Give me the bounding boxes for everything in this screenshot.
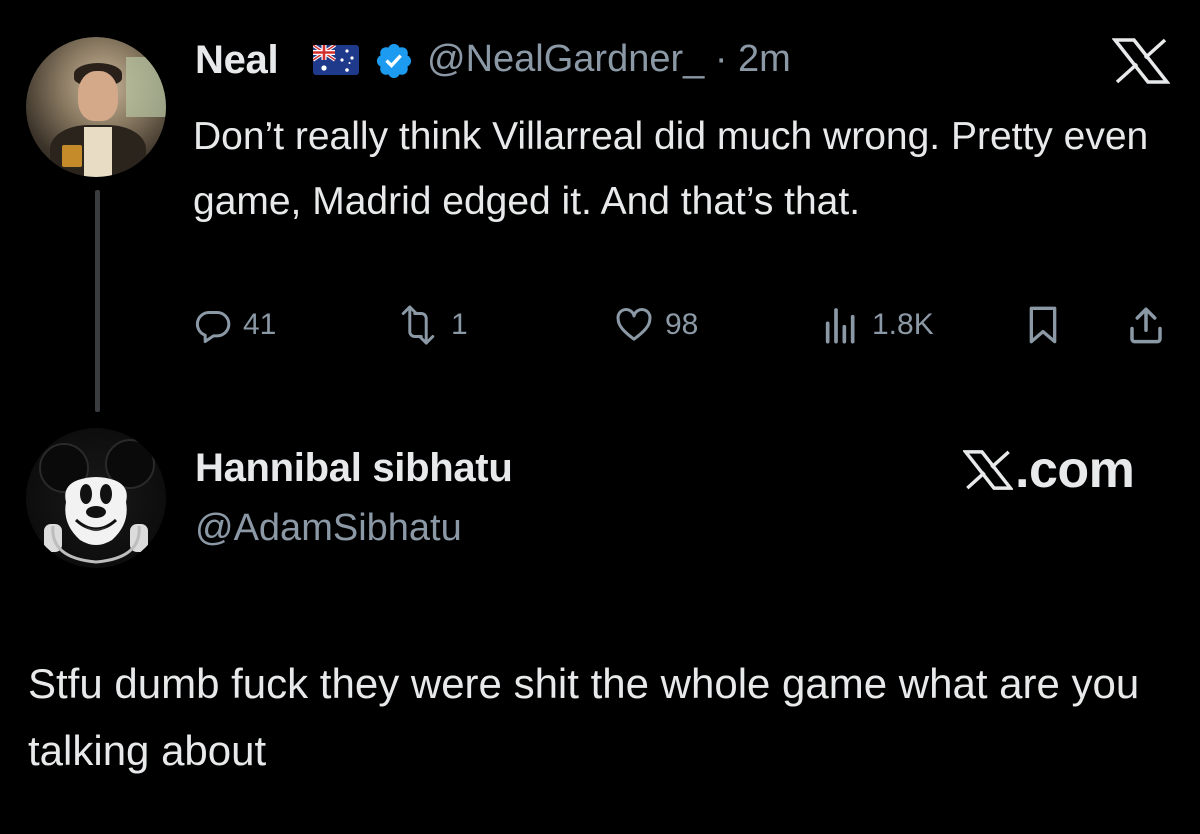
tweet-text: Don’t really think Villarreal did much w… [193, 115, 1149, 223]
views-action[interactable]: 1.8K [820, 305, 934, 345]
union-jack [313, 45, 336, 62]
share-icon [1130, 307, 1162, 344]
avatar-neal[interactable] [26, 37, 166, 177]
avatar-hannibal[interactable] [26, 428, 166, 568]
reply-author-handle[interactable]: @AdamSibhatu [195, 507, 462, 550]
reply-icon [195, 311, 231, 343]
retweet-icon [401, 305, 435, 345]
bookmark-action[interactable] [1027, 305, 1059, 345]
avatar-shirt [84, 127, 112, 177]
reply-text: Stfu dumb fuck they were shit the whole … [28, 660, 1140, 774]
x-logo-icon[interactable] [1112, 38, 1170, 84]
x-logo-icon [963, 450, 1013, 490]
share-action[interactable] [1125, 305, 1167, 345]
reply-author-name[interactable]: Hannibal sibhatu [195, 446, 513, 491]
reply-count: 41 [243, 308, 277, 341]
views-count: 1.8K [872, 308, 934, 341]
thread-connector-line [95, 190, 100, 412]
verified-badge-icon [376, 43, 412, 79]
author-handle-timestamp[interactable]: @NealGardner_ · 2m [427, 38, 791, 81]
author-name[interactable]: Neal [195, 38, 279, 83]
reply-action[interactable]: 41 [193, 305, 276, 345]
views-chart-icon [825, 308, 855, 344]
like-action[interactable]: 98 [613, 305, 698, 345]
australia-flag-icon [313, 45, 359, 75]
heart-icon [616, 308, 652, 341]
like-count: 98 [665, 308, 699, 341]
avatar-face [78, 71, 118, 121]
x-com-watermark: .com [963, 440, 1135, 500]
avatar-background-window [126, 57, 166, 117]
mickey-avatar-image [39, 439, 155, 564]
x-com-label: .com [1015, 441, 1135, 499]
bookmark-icon [1029, 306, 1057, 344]
retweet-count: 1 [451, 308, 468, 341]
retweet-action[interactable]: 1 [395, 305, 468, 345]
avatar-beer-glass [62, 145, 82, 167]
